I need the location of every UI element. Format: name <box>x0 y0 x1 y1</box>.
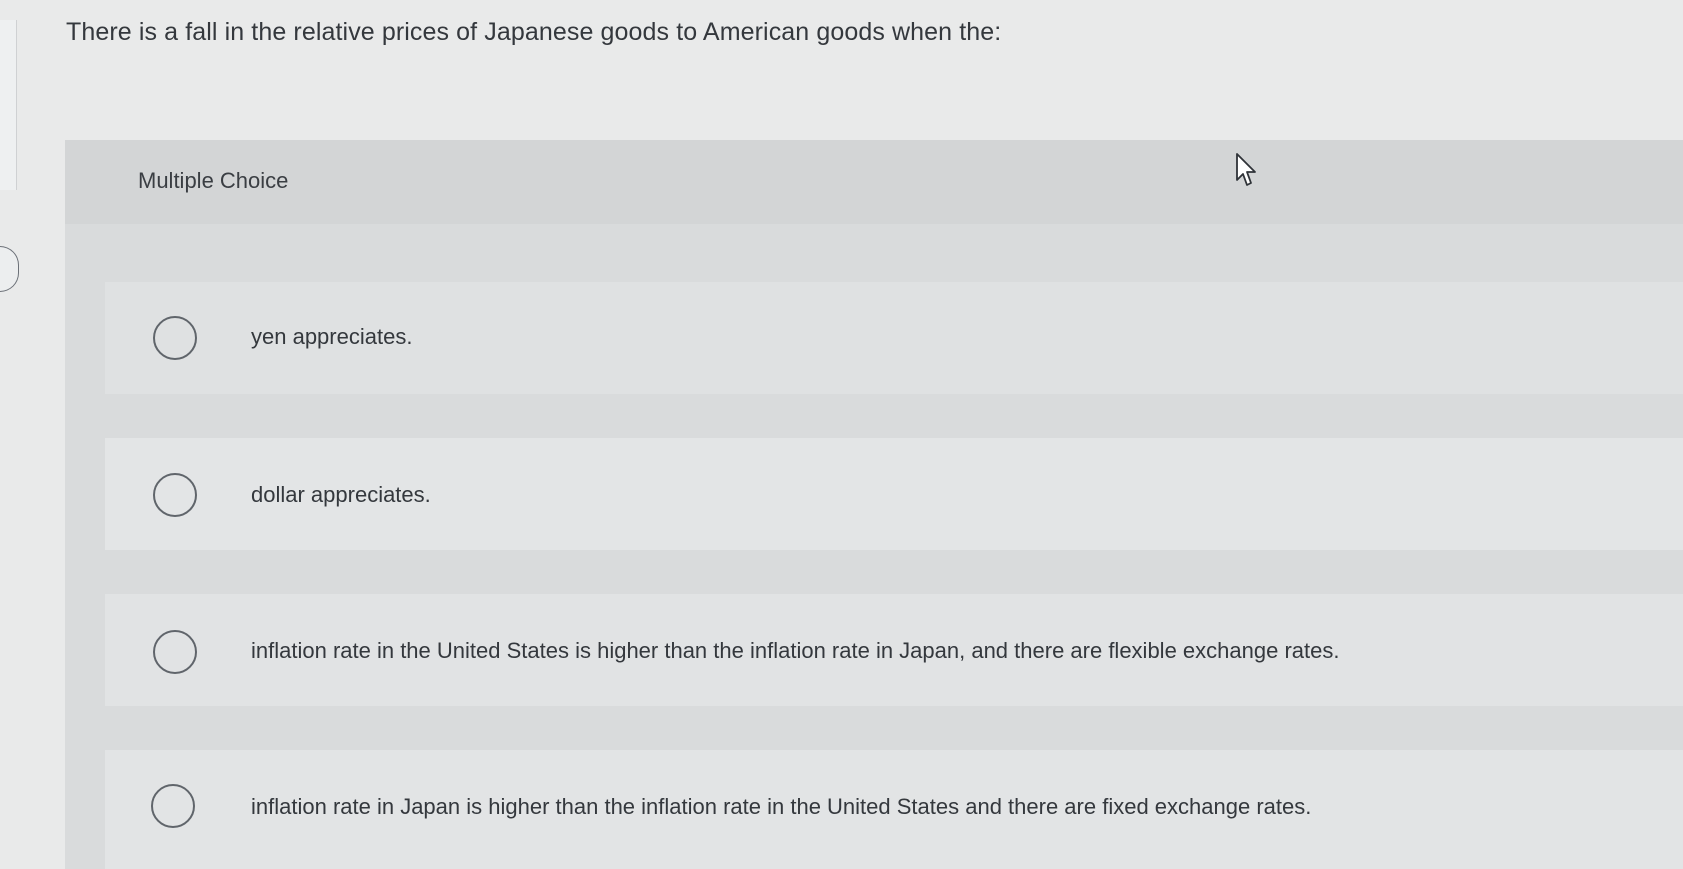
left-edge-panel <box>0 20 17 190</box>
multiple-choice-panel: Multiple Choice yen appreciates. dollar … <box>65 140 1683 869</box>
radio-unselected-icon[interactable] <box>153 473 197 517</box>
mouse-pointer-icon <box>1236 153 1256 186</box>
answer-option-4[interactable]: inflation rate in Japan is higher than t… <box>105 750 1683 869</box>
multiple-choice-header: Multiple Choice <box>65 140 1683 224</box>
radio-unselected-icon[interactable] <box>153 630 197 674</box>
radio-unselected-icon[interactable] <box>153 316 197 360</box>
answer-option-label: inflation rate in Japan is higher than t… <box>251 794 1312 819</box>
answer-option-3[interactable]: inflation rate in the United States is h… <box>105 594 1683 706</box>
multiple-choice-label: Multiple Choice <box>138 168 289 193</box>
answer-option-label: yen appreciates. <box>251 324 413 349</box>
radio-unselected-icon[interactable] <box>151 784 195 828</box>
answer-option-2[interactable]: dollar appreciates. <box>105 438 1683 550</box>
left-edge-tab[interactable] <box>0 246 19 292</box>
answer-option-label: dollar appreciates. <box>251 482 431 507</box>
question-text: There is a fall in the relative prices o… <box>66 18 1002 46</box>
answer-option-label: inflation rate in the United States is h… <box>251 638 1340 663</box>
answer-option-1[interactable]: yen appreciates. <box>105 282 1683 394</box>
